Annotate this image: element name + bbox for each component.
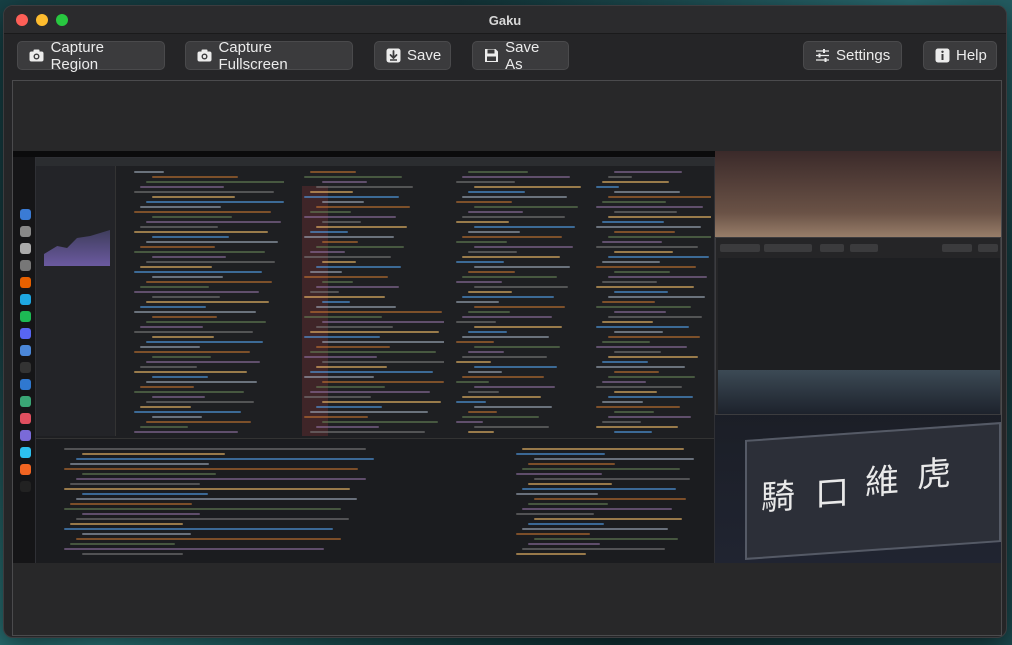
camera-icon — [197, 48, 212, 64]
save-as-button[interactable]: Save As — [472, 38, 569, 73]
capture-region-label: Capture Region — [50, 38, 104, 73]
save-as-label: Save As — [505, 38, 540, 73]
info-icon — [935, 48, 950, 64]
capture-fullscreen-label: Capture Fullscreen — [218, 38, 288, 73]
dock-icons — [17, 209, 35, 509]
download-icon — [386, 48, 401, 64]
capture-fullscreen-button[interactable]: Capture Fullscreen — [185, 38, 353, 73]
floppy-disk-icon — [484, 48, 499, 64]
toolbar: Capture Region Capture Fullscreen Save S… — [4, 34, 1006, 80]
save-label: Save — [407, 47, 442, 64]
capture-region-button[interactable]: Capture Region — [17, 38, 165, 73]
capture-preview-canvas[interactable]: 騎 口 維 虎 — [12, 80, 1002, 636]
window-title: Gaku — [488, 13, 522, 28]
camera-icon — [29, 48, 45, 64]
settings-button[interactable]: Settings — [803, 41, 902, 70]
title-bar[interactable]: Gaku — [4, 6, 1006, 34]
settings-label: Settings — [836, 47, 891, 64]
save-button[interactable]: Save — [374, 41, 451, 70]
help-label: Help — [956, 47, 987, 64]
app-window: Gaku Capture Region Capture Fullscreen S… — [3, 5, 1007, 638]
screenshot-preview-image: 騎 口 維 虎 — [13, 151, 1001, 563]
help-button[interactable]: Help — [923, 41, 997, 70]
sliders-icon — [815, 48, 830, 64]
